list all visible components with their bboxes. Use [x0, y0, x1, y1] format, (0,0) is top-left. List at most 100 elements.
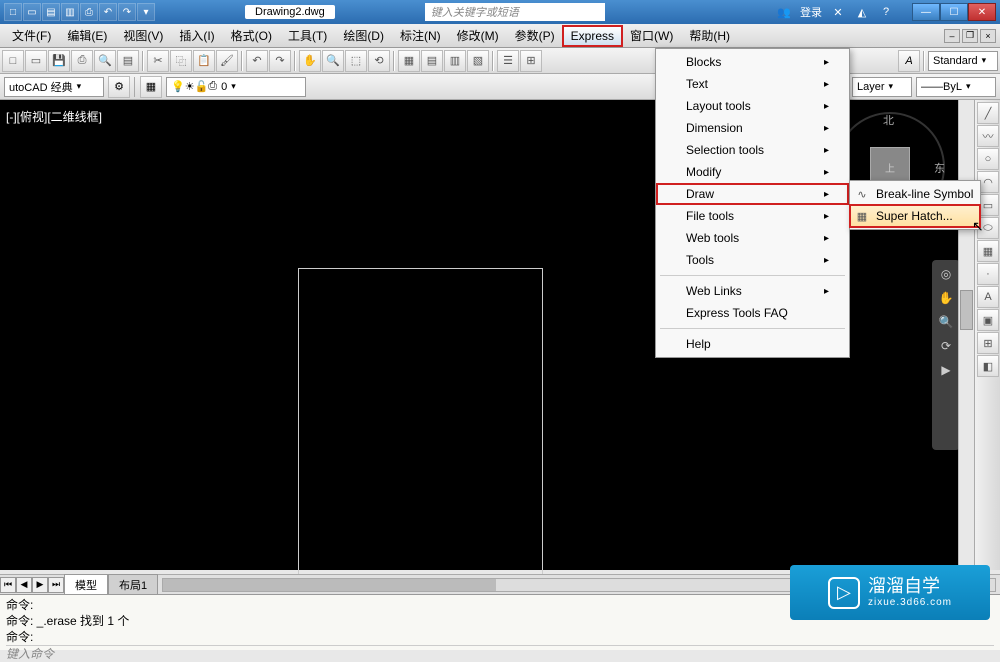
menu-express[interactable]: Express — [563, 26, 622, 46]
rt-block-icon[interactable]: ▣ — [977, 309, 999, 331]
tb-zoomprev-icon[interactable]: ⟲ — [368, 50, 390, 72]
tab-nav-prev-icon[interactable]: ◀ — [16, 577, 32, 593]
tb-open-icon[interactable]: ▭ — [25, 50, 47, 72]
mi-dimension[interactable]: Dimension▸ — [656, 117, 849, 139]
tb-redo-icon[interactable]: ↷ — [269, 50, 291, 72]
hscroll-thumb[interactable] — [163, 579, 496, 591]
tb-textstyle-icon[interactable]: A — [898, 50, 920, 72]
tab-layout1[interactable]: 布局1 — [108, 574, 158, 595]
drawing-canvas[interactable]: [-][俯视][二维线框] 上 北 东 西 ◎ ✋ 🔍 ⟳ ▶ — [0, 100, 1000, 570]
tb-new-icon[interactable]: □ — [2, 50, 24, 72]
infocenter-icon[interactable]: 👥 — [776, 4, 792, 20]
mdi-minimize-button[interactable]: – — [944, 29, 960, 43]
nav-pan-icon[interactable]: ✋ — [936, 288, 956, 308]
textstyle-combo[interactable]: Standard — [928, 51, 998, 71]
rt-line-icon[interactable]: ╱ — [977, 102, 999, 124]
help-icon[interactable]: ? — [878, 4, 894, 20]
mi-file-tools[interactable]: File tools▸ — [656, 205, 849, 227]
tb-copy-icon[interactable]: ⿻ — [170, 50, 192, 72]
rt-point-icon[interactable]: · — [977, 263, 999, 285]
tb-zoom-icon[interactable]: 🔍 — [322, 50, 344, 72]
rt-region-icon[interactable]: ◧ — [977, 355, 999, 377]
viewport-label[interactable]: [-][俯视][二维线框] — [6, 108, 102, 125]
menu-edit[interactable]: 编辑(E) — [59, 24, 115, 47]
mi-faq[interactable]: Express Tools FAQ — [656, 302, 849, 324]
nav-showmotion-icon[interactable]: ▶ — [936, 360, 956, 380]
qat-new-icon[interactable]: □ — [4, 3, 22, 21]
menu-parametric[interactable]: 参数(P) — [507, 24, 563, 47]
tb-dc-icon[interactable]: ▤ — [421, 50, 443, 72]
menu-format[interactable]: 格式(O) — [223, 24, 280, 47]
tab-model[interactable]: 模型 — [64, 574, 108, 595]
menu-file[interactable]: 文件(F) — [4, 24, 59, 47]
menu-draw[interactable]: 绘图(D) — [335, 24, 392, 47]
exchange-icon[interactable]: ✕ — [830, 4, 846, 20]
qat-print-icon[interactable]: ⎙ — [80, 3, 98, 21]
rt-text-icon[interactable]: A — [977, 286, 999, 308]
nav-orbit-icon[interactable]: ⟳ — [936, 336, 956, 356]
tb-match-icon[interactable]: 🖌 — [216, 50, 238, 72]
mi-super-hatch[interactable]: ▦ Super Hatch... — [850, 205, 980, 227]
mi-modify[interactable]: Modify▸ — [656, 161, 849, 183]
menu-dimension[interactable]: 标注(N) — [392, 24, 449, 47]
scrollbar-thumb[interactable] — [960, 290, 973, 330]
menu-help[interactable]: 帮助(H) — [681, 24, 738, 47]
qat-save-icon[interactable]: ▤ — [42, 3, 60, 21]
vertical-scrollbar[interactable] — [958, 100, 974, 574]
tb-save-icon[interactable]: 💾 — [48, 50, 70, 72]
window-maximize-button[interactable]: ☐ — [940, 3, 968, 21]
tb-publish-icon[interactable]: ▤ — [117, 50, 139, 72]
qat-undo-icon[interactable]: ↶ — [99, 3, 117, 21]
mi-help[interactable]: Help — [656, 333, 849, 355]
ws-gear-icon[interactable]: ⚙ — [108, 76, 130, 98]
mdi-restore-button[interactable]: ❐ — [962, 29, 978, 43]
qat-open-icon[interactable]: ▭ — [23, 3, 41, 21]
mi-breakline[interactable]: ∿ Break-line Symbol — [850, 183, 980, 205]
mi-text[interactable]: Text▸ — [656, 73, 849, 95]
tb-undo-icon[interactable]: ↶ — [246, 50, 268, 72]
menu-modify[interactable]: 修改(M) — [449, 24, 507, 47]
rt-pline-icon[interactable]: 〰 — [977, 125, 999, 147]
layer-props-icon[interactable]: ▦ — [140, 76, 162, 98]
tab-nav-next-icon[interactable]: ▶ — [32, 577, 48, 593]
mi-web-tools[interactable]: Web tools▸ — [656, 227, 849, 249]
compass-east[interactable]: 东 — [934, 160, 945, 176]
rt-circle-icon[interactable]: ○ — [977, 148, 999, 170]
menu-tools[interactable]: 工具(T) — [280, 24, 335, 47]
tab-nav-first-icon[interactable]: ⏮ — [0, 577, 16, 593]
tb-preview-icon[interactable]: 🔍 — [94, 50, 116, 72]
tab-nav-last-icon[interactable]: ⏭ — [48, 577, 64, 593]
cmd-input[interactable]: 键入命令 — [6, 645, 994, 662]
mi-layout-tools[interactable]: Layout tools▸ — [656, 95, 849, 117]
menu-window[interactable]: 窗口(W) — [622, 24, 681, 47]
mdi-close-button[interactable]: × — [980, 29, 996, 43]
tb-zoomwin-icon[interactable]: ⬚ — [345, 50, 367, 72]
linetype-combo[interactable]: Layer — [852, 77, 912, 97]
menu-insert[interactable]: 插入(I) — [171, 24, 222, 47]
qat-saveas-icon[interactable]: ▥ — [61, 3, 79, 21]
help-search-input[interactable]: 键入关键字或短语 — [425, 3, 605, 21]
tb-print-icon[interactable]: ⎙ — [71, 50, 93, 72]
mi-web-links[interactable]: Web Links▸ — [656, 280, 849, 302]
mi-selection-tools[interactable]: Selection tools▸ — [656, 139, 849, 161]
autodesk-icon[interactable]: ◭ — [854, 4, 870, 20]
window-minimize-button[interactable]: — — [912, 3, 940, 21]
tb-calc-icon[interactable]: ⊞ — [520, 50, 542, 72]
tb-ssm-icon[interactable]: ▧ — [467, 50, 489, 72]
mi-tools[interactable]: Tools▸ — [656, 249, 849, 271]
qat-more-icon[interactable]: ▾ — [137, 3, 155, 21]
nav-wheel-icon[interactable]: ◎ — [936, 264, 956, 284]
mi-blocks[interactable]: Blocks▸ — [656, 51, 849, 73]
tb-props-icon[interactable]: ▦ — [398, 50, 420, 72]
mi-draw[interactable]: Draw▸ — [656, 183, 849, 205]
nav-zoom-icon[interactable]: 🔍 — [936, 312, 956, 332]
rt-hatch-icon[interactable]: ▦ — [977, 240, 999, 262]
tb-markup-icon[interactable]: ☰ — [497, 50, 519, 72]
tb-paste-icon[interactable]: 📋 — [193, 50, 215, 72]
tb-tp-icon[interactable]: ▥ — [444, 50, 466, 72]
rt-table-icon[interactable]: ⊞ — [977, 332, 999, 354]
lineweight-combo[interactable]: —— ByL — [916, 77, 996, 97]
qat-redo-icon[interactable]: ↷ — [118, 3, 136, 21]
tb-pan-icon[interactable]: ✋ — [299, 50, 321, 72]
drawn-rectangle[interactable] — [298, 268, 543, 618]
